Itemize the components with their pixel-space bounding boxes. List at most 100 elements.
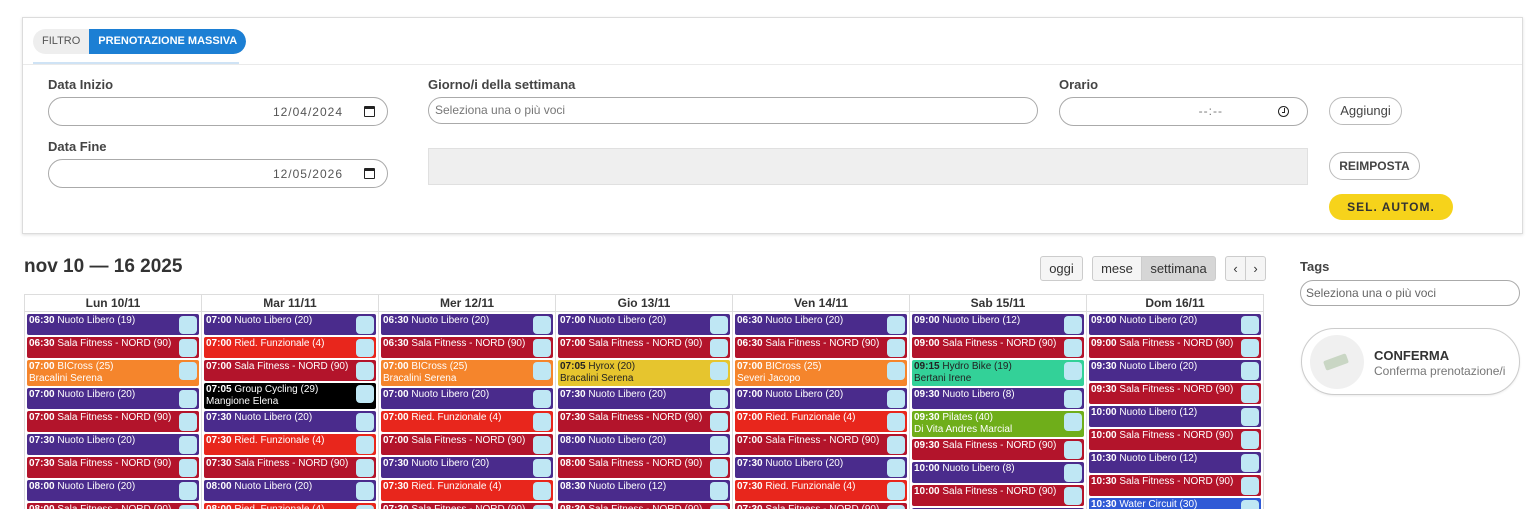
calendar-event[interactable]: 07:30 Nuoto Libero (20) — [27, 434, 199, 455]
calendar-event[interactable]: 07:00 Ried. Funzionale (4) — [735, 411, 907, 432]
event-select-checkbox[interactable] — [710, 459, 728, 477]
calendar-event[interactable]: 07:30 Sala Fitness - NORD (90) — [558, 411, 730, 432]
event-select-checkbox[interactable] — [1064, 390, 1082, 408]
event-select-checkbox[interactable] — [1064, 362, 1082, 380]
calendar-event[interactable]: 08:30 Sala Fitness - NORD (90) — [558, 503, 730, 509]
calendar-event[interactable]: 07:30 Sala Fitness - NORD (90) — [381, 503, 553, 509]
calendar-event[interactable]: 06:30 Sala Fitness - NORD (90) — [381, 337, 553, 358]
calendar-event[interactable]: 09:00 Sala Fitness - NORD (90) — [1089, 337, 1261, 358]
reset-button[interactable]: REIMPOSTA — [1329, 152, 1420, 180]
calendar-event[interactable]: 10:30 Water Circuit (30) — [1089, 498, 1261, 509]
event-select-checkbox[interactable] — [356, 362, 374, 380]
calendar-event[interactable]: 07:00 BICross (25) Bracalini Serena — [381, 360, 553, 386]
calendar-event[interactable]: 06:30 Nuoto Libero (20) — [735, 314, 907, 335]
calendar-event[interactable]: 07:00 Nuoto Libero (20) — [27, 388, 199, 409]
calendar-event[interactable]: 06:30 Sala Fitness - NORD (90) — [27, 337, 199, 358]
event-select-checkbox[interactable] — [710, 413, 728, 431]
event-select-checkbox[interactable] — [533, 436, 551, 454]
event-select-checkbox[interactable] — [356, 339, 374, 357]
event-select-checkbox[interactable] — [887, 505, 905, 509]
clock-icon[interactable] — [1278, 106, 1289, 117]
event-select-checkbox[interactable] — [710, 362, 728, 380]
event-select-checkbox[interactable] — [356, 413, 374, 431]
event-select-checkbox[interactable] — [887, 482, 905, 500]
event-select-checkbox[interactable] — [356, 385, 374, 403]
calendar-event[interactable]: 10:00 Nuoto Libero (8) — [912, 462, 1084, 483]
weekdays-select[interactable]: Seleziona una o più voci — [428, 97, 1038, 124]
event-select-checkbox[interactable] — [1064, 339, 1082, 357]
event-select-checkbox[interactable] — [533, 505, 551, 509]
calendar-event[interactable]: 09:00 Sala Fitness - NORD (90) — [912, 337, 1084, 358]
calendar-event[interactable]: 10:00 Sala Fitness - NORD (90) — [1089, 429, 1261, 450]
calendar-event[interactable]: 07:00 Nuoto Libero (20) — [204, 314, 376, 335]
calendar-icon[interactable] — [364, 168, 375, 179]
event-select-checkbox[interactable] — [710, 316, 728, 334]
event-select-checkbox[interactable] — [887, 339, 905, 357]
calendar-event[interactable]: 09:30 Sala Fitness - NORD (90) — [1089, 383, 1261, 404]
calendar-event[interactable]: 07:30 Nuoto Libero (20) — [381, 457, 553, 478]
event-select-checkbox[interactable] — [356, 482, 374, 500]
calendar-event[interactable]: 09:30 Nuoto Libero (20) — [1089, 360, 1261, 381]
event-select-checkbox[interactable] — [179, 482, 197, 500]
event-select-checkbox[interactable] — [887, 390, 905, 408]
event-select-checkbox[interactable] — [179, 390, 197, 408]
confirm-button[interactable]: CONFERMA Conferma prenotazione/i — [1301, 328, 1520, 395]
auto-select-button[interactable]: SEL. AUTOM. — [1329, 194, 1453, 220]
calendar-event[interactable]: 09:00 Nuoto Libero (20) — [1089, 314, 1261, 335]
event-select-checkbox[interactable] — [887, 413, 905, 431]
event-select-checkbox[interactable] — [533, 413, 551, 431]
calendar-event[interactable]: 06:30 Sala Fitness - NORD (90) — [735, 337, 907, 358]
event-select-checkbox[interactable] — [533, 390, 551, 408]
calendar-event[interactable]: 10:30 Sala Fitness - NORD (90) — [1089, 475, 1261, 496]
calendar-event[interactable]: 07:00 Nuoto Libero (20) — [381, 388, 553, 409]
event-select-checkbox[interactable] — [1064, 441, 1082, 459]
week-view-button[interactable]: settimana — [1141, 256, 1216, 281]
event-select-checkbox[interactable] — [1064, 413, 1082, 431]
calendar-event[interactable]: 09:30 Sala Fitness - NORD (90) — [912, 439, 1084, 460]
event-select-checkbox[interactable] — [710, 339, 728, 357]
event-select-checkbox[interactable] — [179, 339, 197, 357]
tags-select[interactable]: Seleziona una o più voci — [1300, 280, 1520, 306]
event-select-checkbox[interactable] — [887, 459, 905, 477]
event-select-checkbox[interactable] — [179, 413, 197, 431]
event-select-checkbox[interactable] — [710, 390, 728, 408]
calendar-event[interactable]: 07:00 Sala Fitness - NORD (90) — [735, 434, 907, 455]
calendar-event[interactable]: 07:00 Nuoto Libero (20) — [735, 388, 907, 409]
event-select-checkbox[interactable] — [1241, 454, 1259, 472]
calendar-event[interactable]: 10:30 Nuoto Libero (12) — [1089, 452, 1261, 473]
event-select-checkbox[interactable] — [1241, 477, 1259, 495]
calendar-event[interactable]: 07:00 Sala Fitness - NORD (90) — [204, 360, 376, 381]
calendar-event[interactable]: 07:00 Sala Fitness - NORD (90) — [27, 411, 199, 432]
event-select-checkbox[interactable] — [533, 362, 551, 380]
event-select-checkbox[interactable] — [710, 436, 728, 454]
calendar-event[interactable]: 07:30 Ried. Funzionale (4) — [735, 480, 907, 501]
calendar-event[interactable]: 08:00 Ried. Funzionale (4) — [204, 503, 376, 509]
calendar-event[interactable]: 07:30 Ried. Funzionale (4) — [204, 434, 376, 455]
calendar-event[interactable]: 07:30 Nuoto Libero (20) — [558, 388, 730, 409]
event-select-checkbox[interactable] — [1064, 464, 1082, 482]
event-select-checkbox[interactable] — [1241, 362, 1259, 380]
event-select-checkbox[interactable] — [887, 362, 905, 380]
calendar-event[interactable]: 07:30 Ried. Funzionale (4) — [381, 480, 553, 501]
calendar-event[interactable]: 09:30 Pilates (40) Di Vita Andres Marcial — [912, 411, 1084, 437]
time-input[interactable]: --:-- — [1059, 97, 1308, 126]
event-select-checkbox[interactable] — [533, 316, 551, 334]
calendar-event[interactable]: 10:00 Sala Fitness - NORD (90) — [912, 485, 1084, 506]
event-select-checkbox[interactable] — [887, 436, 905, 454]
calendar-event[interactable]: 07:05 Group Cycling (29) Mangione Elena — [204, 383, 376, 409]
tab-bulk-booking[interactable]: PRENOTAZIONE MASSIVA — [89, 29, 247, 54]
event-select-checkbox[interactable] — [1064, 487, 1082, 505]
calendar-event[interactable]: 07:00 Ried. Funzionale (4) — [204, 337, 376, 358]
calendar-event[interactable]: 06:30 Nuoto Libero (20) — [381, 314, 553, 335]
event-select-checkbox[interactable] — [533, 482, 551, 500]
calendar-event[interactable]: 07:00 Nuoto Libero (20) — [558, 314, 730, 335]
tab-filter[interactable]: FILTRO — [33, 29, 89, 54]
calendar-event[interactable]: 07:00 Sala Fitness - NORD (90) — [558, 337, 730, 358]
next-week-button[interactable]: › — [1245, 256, 1266, 281]
event-select-checkbox[interactable] — [533, 459, 551, 477]
calendar-event[interactable]: 08:00 Nuoto Libero (20) — [204, 480, 376, 501]
calendar-event[interactable]: 07:30 Sala Fitness - NORD (90) — [204, 457, 376, 478]
calendar-event[interactable]: 09:00 Nuoto Libero (12) — [912, 314, 1084, 335]
event-select-checkbox[interactable] — [179, 362, 197, 380]
event-select-checkbox[interactable] — [356, 436, 374, 454]
